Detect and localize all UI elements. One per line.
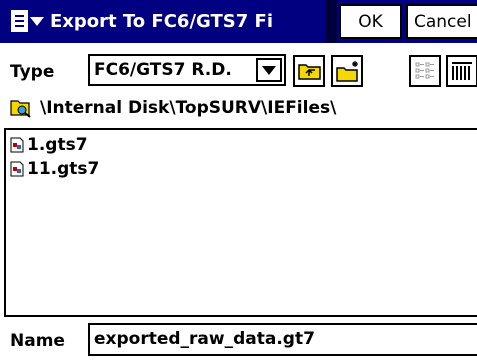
up-folder-button[interactable] — [293, 55, 325, 87]
file-list[interactable]: 1.gts7 11.gts7 — [4, 128, 477, 317]
type-dropdown-value: FC6/GTS7 R.D. — [94, 60, 232, 80]
up-folder-icon — [298, 64, 321, 80]
document-menu-icon — [10, 10, 28, 32]
file-icon — [10, 137, 24, 153]
chevron-down-icon — [29, 16, 44, 26]
new-folder-button[interactable] — [331, 55, 363, 87]
ok-button[interactable]: OK — [339, 4, 402, 39]
new-folder-icon — [336, 61, 358, 82]
list-item[interactable]: 11.gts7 — [10, 158, 99, 180]
type-dropdown[interactable]: FC6/GTS7 R.D. — [88, 54, 286, 86]
file-name-input[interactable]: exported_raw_data.gt7 — [88, 323, 477, 356]
title-separator — [325, 0, 337, 43]
type-label: Type — [10, 62, 55, 82]
list-item[interactable]: 1.gts7 — [10, 134, 88, 156]
path-text: \Internal Disk\TopSURV\IEFiles\ — [40, 98, 337, 118]
current-path: \Internal Disk\TopSURV\IEFiles\ — [10, 95, 336, 121]
name-label: Name — [10, 331, 65, 351]
window-title: Export To FC6/GTS7 Fi — [50, 11, 273, 32]
list-view-icon — [415, 62, 434, 79]
file-name: 11.gts7 — [27, 159, 100, 179]
title-bar: Export To FC6/GTS7 Fi OK Cancel — [0, 0, 477, 43]
file-icon — [10, 161, 24, 177]
chevron-down-icon[interactable] — [256, 58, 282, 82]
open-folder-icon — [10, 100, 31, 118]
list-view-button[interactable] — [409, 55, 441, 87]
detail-view-button[interactable] — [446, 55, 477, 87]
cancel-button[interactable]: Cancel — [406, 4, 477, 39]
detail-view-icon — [452, 62, 472, 80]
start-menu-button[interactable] — [6, 6, 48, 36]
file-name: 1.gts7 — [27, 135, 88, 155]
